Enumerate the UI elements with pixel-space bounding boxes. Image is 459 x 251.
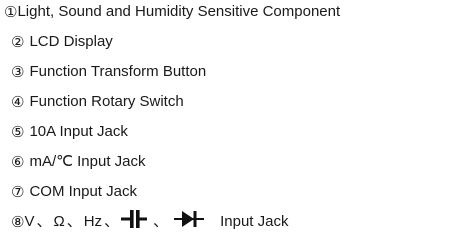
item-label: mA/℃ Input Jack (29, 153, 146, 170)
legend-item-3: ③ Function Transform Button (11, 61, 206, 83)
capacitor-icon (121, 209, 148, 236)
item-label: Light, Sound and Humidity Sensitive Comp… (17, 3, 341, 20)
item-label: Input Jack (220, 213, 289, 230)
item-number: ④ (11, 93, 25, 111)
separator: 、 (104, 213, 120, 230)
diode-icon (174, 210, 205, 235)
ohm-symbol: Ω (53, 213, 65, 230)
legend-item-5: ⑤ 10A Input Jack (11, 121, 128, 143)
component-legend-list: ① Light, Sound and Humidity Sensitive Co… (0, 0, 459, 251)
item-number: ② (11, 33, 25, 51)
item-label: Function Transform Button (29, 63, 207, 80)
item-number: ③ (11, 63, 25, 81)
item-number: ⑦ (11, 183, 25, 201)
legend-item-4: ④ Function Rotary Switch (11, 91, 184, 113)
legend-item-2: ② LCD Display (11, 31, 113, 53)
separator: 、 (153, 213, 169, 230)
item-number: ⑧ (11, 213, 25, 231)
legend-item-6: ⑥ mA/℃ Input Jack (11, 151, 146, 173)
volt-symbol: V (24, 213, 35, 230)
item-label: COM Input Jack (29, 183, 137, 200)
legend-item-1: ① Light, Sound and Humidity Sensitive Co… (4, 1, 340, 23)
separator: 、 (36, 213, 52, 230)
item-label: LCD Display (29, 33, 113, 50)
item-number: ⑤ (11, 123, 25, 141)
item-label: Function Rotary Switch (29, 93, 184, 110)
legend-item-8: ⑧ V 、 Ω 、 Hz 、 、 Input Jack (11, 209, 289, 236)
item-label: 10A Input Jack (29, 123, 128, 140)
hertz-symbol: Hz (83, 213, 103, 230)
item-number: ⑥ (11, 153, 25, 171)
separator: 、 (66, 213, 82, 230)
legend-item-7: ⑦ COM Input Jack (11, 181, 137, 203)
item-number: ① (4, 3, 18, 21)
